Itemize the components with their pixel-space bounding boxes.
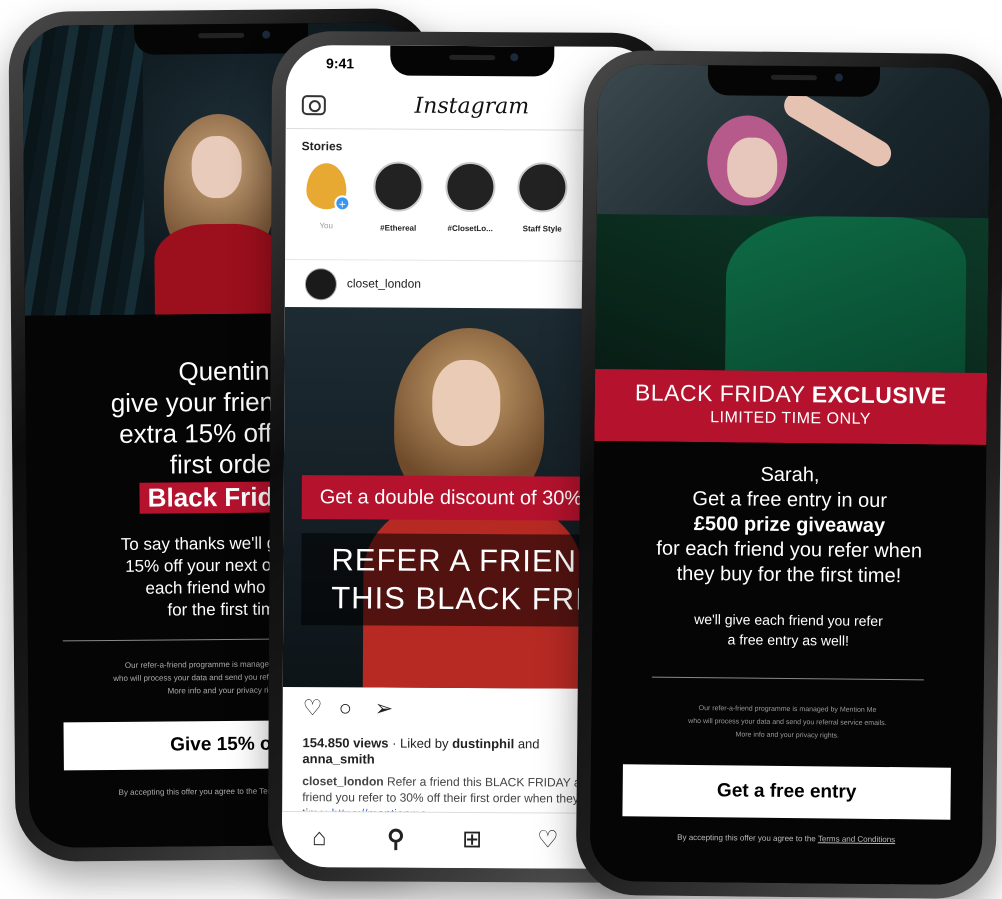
terms-link[interactable]: Terms and Conditions [818, 834, 895, 844]
exclusive-banner: BLACK FRIDAY EXCLUSIVE LIMITED TIME ONLY [594, 368, 988, 446]
story-avatar [445, 161, 496, 213]
liked-user[interactable]: dustinphil [452, 736, 514, 751]
privacy-link[interactable]: More info and your privacy rights. [591, 727, 983, 744]
status-time: 9:41 [326, 55, 355, 72]
offer-subtext: we'll give each friend you refer a free … [592, 608, 984, 652]
liked-by-text: · Liked by [388, 735, 453, 751]
headline-line: they buy for the first time! [676, 562, 902, 588]
story-ethereal[interactable]: #Ethereal [367, 161, 429, 233]
story-avatar [517, 162, 568, 213]
camera-icon[interactable] [301, 95, 326, 116]
caption-username[interactable]: closet_london [302, 774, 383, 788]
phone-right: BLACK FRIDAY EXCLUSIVE LIMITED TIME ONLY… [575, 49, 1002, 899]
search-icon[interactable]: ⚲ [387, 825, 405, 854]
offer-headline: Sarah, Get a free entry in our £500 priz… [593, 461, 986, 590]
activity-icon[interactable]: ♡ [537, 825, 559, 854]
privacy-notice: Our refer-a-friend programme is managed … [591, 701, 983, 744]
banner-title: BLACK FRIDAY EXCLUSIVE [595, 379, 987, 410]
banner-regular: BLACK FRIDAY [634, 379, 813, 408]
divider [651, 676, 924, 681]
heart-icon[interactable]: ♡ [303, 695, 323, 721]
story-staff-style[interactable]: Staff Style [511, 162, 573, 233]
terms-prefix: By accepting this offer you agree to the [677, 832, 818, 844]
offer-panel: Sarah, Get a free entry in our £500 priz… [589, 440, 987, 886]
post-username[interactable]: closet_london [347, 276, 421, 290]
your-story-avatar: + [306, 163, 351, 212]
send-icon[interactable]: ➢ [375, 696, 394, 722]
story-name: Staff Style [522, 224, 562, 234]
banner-subtitle: LIMITED TIME ONLY [710, 409, 872, 428]
add-post-icon[interactable]: ⊞ [462, 825, 482, 854]
curtain-decoration [22, 24, 145, 316]
phone-notch [707, 65, 881, 97]
banner-bold: EXCLUSIVE [811, 381, 947, 409]
comment-icon[interactable]: ○ [339, 695, 352, 721]
home-icon[interactable]: ⌂ [312, 824, 327, 852]
story-you[interactable]: + You [295, 161, 357, 230]
story-closetlondon[interactable]: #ClosetLo... [439, 161, 501, 234]
phone-notch [390, 45, 554, 77]
terms-notice: By accepting this offer you agree to the… [590, 832, 982, 845]
story-name: #ClosetLo... [447, 223, 493, 234]
phone-right-screen: BLACK FRIDAY EXCLUSIVE LIMITED TIME ONLY… [589, 63, 991, 886]
avatar[interactable] [304, 268, 337, 301]
instagram-logo: Instagram [414, 93, 530, 120]
add-story-icon[interactable]: + [334, 195, 351, 212]
liked-and: and [514, 736, 540, 752]
views-count: 154.850 views [302, 735, 389, 751]
hero-photo-green-dress [595, 63, 991, 374]
get-free-entry-button[interactable]: Get a free entry [622, 764, 951, 820]
post-actions: ♡ ○ ➢ [303, 695, 503, 726]
subtext-line: a free entry as well! [727, 631, 850, 649]
model-image [705, 87, 968, 373]
story-name: #Ethereal [380, 223, 417, 233]
model-image [153, 113, 285, 315]
story-avatar [373, 161, 424, 212]
liked-user[interactable]: anna_smith [302, 751, 374, 766]
phone-notch [133, 23, 309, 55]
prize-text: £500 prize giveaway [693, 512, 886, 537]
stories-label: Stories [301, 139, 343, 154]
marketing-mockup: Quentin give your friends an extra 15% o… [0, 0, 1002, 899]
story-name: You [319, 221, 333, 231]
